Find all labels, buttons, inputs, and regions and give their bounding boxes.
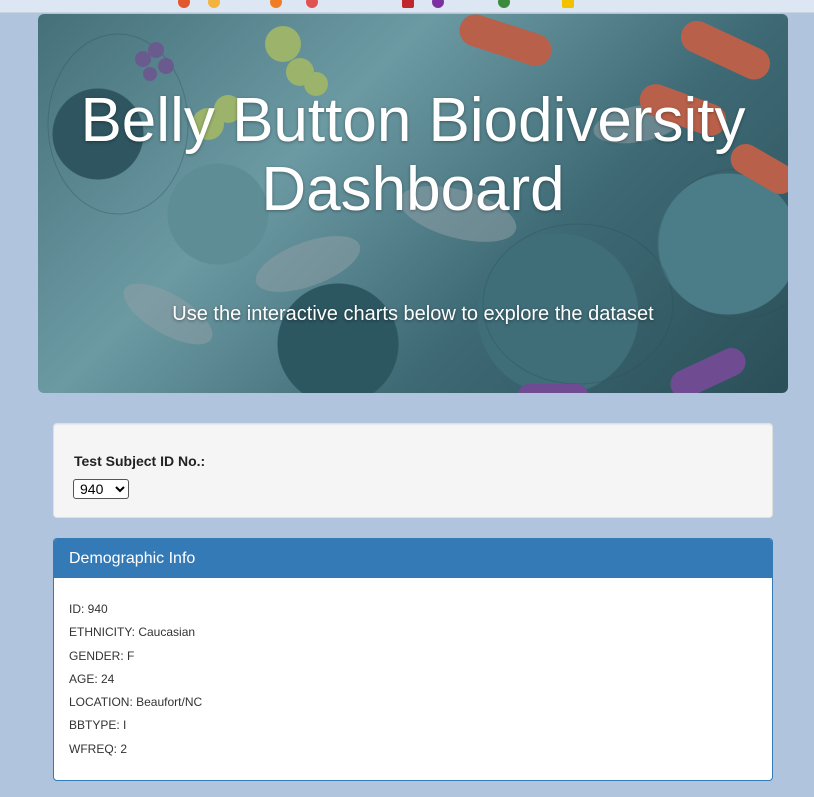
demo-age: AGE: 24: [69, 671, 115, 686]
bookmark-icon[interactable]: [498, 0, 510, 8]
bookmark-icon[interactable]: [208, 0, 220, 8]
demo-wfreq: WFREQ: 2: [69, 741, 128, 756]
bookmark-icon[interactable]: [178, 0, 190, 8]
hero-banner: Belly Button Biodiversity Dashboard Use …: [38, 14, 788, 393]
bookmark-icon[interactable]: [432, 0, 444, 8]
subject-id-dropdown[interactable]: 940: [73, 479, 129, 499]
demographic-info-body: ID: 940 ETHNICITY: Caucasian GENDER: F A…: [54, 578, 772, 761]
subject-selector-well: Test Subject ID No.: 940: [53, 423, 773, 518]
page-subtitle: Use the interactive charts below to expl…: [172, 303, 654, 325]
demographic-info-panel: Demographic Info ID: 940 ETHNICITY: Cauc…: [53, 538, 773, 781]
demo-location: LOCATION: Beaufort/NC: [69, 695, 203, 710]
bookmarks-bar: [0, 0, 814, 13]
demo-gender: GENDER: F: [69, 648, 135, 663]
bookmark-icon[interactable]: [562, 0, 574, 8]
demo-ethnicity: ETHNICITY: Caucasian: [69, 625, 196, 640]
demo-bbtype: BBTYPE: I: [69, 718, 127, 733]
subject-id-label: Test Subject ID No.:: [74, 453, 206, 469]
bookmark-icon[interactable]: [306, 0, 318, 8]
demographic-info-heading: Demographic Info: [54, 539, 772, 578]
bookmark-icon[interactable]: [402, 0, 414, 8]
demo-id: ID: 940: [69, 602, 108, 616]
page-title: Belly Button Biodiversity Dashboard: [80, 86, 746, 224]
bookmark-icon[interactable]: [270, 0, 282, 8]
